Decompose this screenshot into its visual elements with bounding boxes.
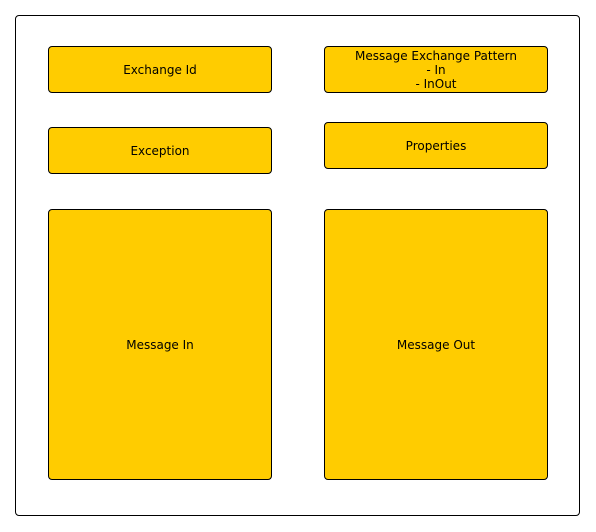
message-out-label: Message Out <box>396 337 476 352</box>
message-in-label: Message In <box>126 337 194 352</box>
exception-box: Exception <box>48 127 272 174</box>
mep-item-in: - In <box>426 62 446 77</box>
exchange-id-box: Exchange Id <box>48 46 272 93</box>
mep-title: Message Exchange Pattern <box>354 48 518 63</box>
properties-box: Properties <box>324 122 548 169</box>
exchange-id-label: Exchange Id <box>123 62 197 77</box>
mep-item-inout: - InOut <box>415 76 457 91</box>
message-exchange-pattern-box: Message Exchange Pattern - In - InOut <box>324 46 548 93</box>
message-in-box: Message In <box>48 209 272 480</box>
exception-label: Exception <box>130 143 190 158</box>
properties-label: Properties <box>405 138 467 153</box>
message-out-box: Message Out <box>324 209 548 480</box>
